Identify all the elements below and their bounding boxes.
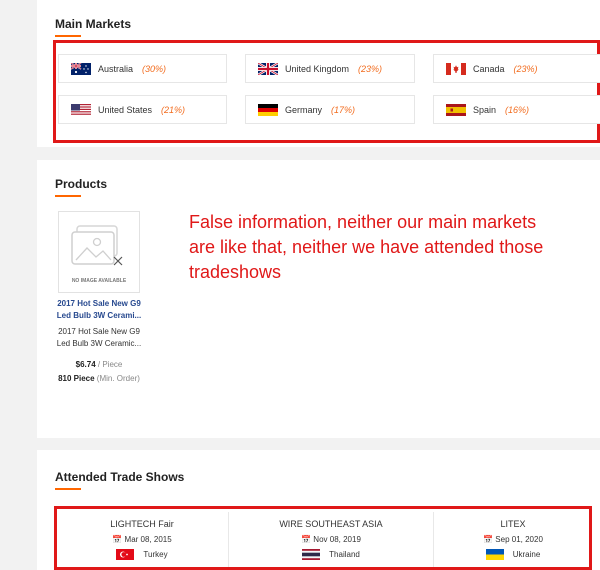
trade-shows-panel: Attended Trade Shows LIGHTECH Fair 📅 Mar… [37,450,600,570]
moq-label: (Min. Order) [96,374,140,383]
market-item-united-kingdom: United Kingdom (23%) [245,54,415,83]
product-price: $6.74 / Piece [52,360,146,369]
market-item-spain: Spain (16%) [433,95,600,124]
thailand-flag-icon [302,549,321,560]
trade-show-name: LITEX [500,519,526,529]
trade-show-name: WIRE SOUTHEAST ASIA [279,519,383,529]
spain-flag-icon [446,103,466,116]
market-percentage: (23%) [513,63,538,74]
trade-show-item: LITEX 📅 Sep 01, 2020 Ukraine [434,511,592,568]
trade-show-date: 📅 Sep 01, 2020 [483,535,543,544]
calendar-icon: 📅 [483,535,494,544]
germany-flag-icon [258,103,278,116]
market-percentage: (30%) [142,63,167,74]
turkey-flag-icon [116,549,135,560]
market-percentage: (16%) [505,104,530,115]
usa-flag-icon [71,103,91,116]
trade-show-item: LIGHTECH Fair 📅 Mar 08, 2015 Turkey [57,511,227,568]
moq-value: 810 Piece [58,374,95,383]
trade-show-country: Thailand [229,549,433,560]
market-percentage: (17%) [331,104,356,115]
calendar-icon: 📅 [112,535,123,544]
main-markets-title: Main Markets [55,17,132,31]
trade-show-country: Turkey [57,549,227,560]
market-country: United States [98,104,153,115]
market-country: Australia [98,63,134,74]
market-percentage: (23%) [358,63,383,74]
market-percentage: (21%) [161,104,186,115]
calendar-icon: 📅 [301,535,312,544]
australia-flag-icon [71,62,91,75]
market-country: Spain [473,104,497,115]
products-panel: Products NO IMAGE AVAILABLE 2017 Hot Sal… [37,160,600,438]
market-country: Germany [285,104,323,115]
trade-show-item: WIRE SOUTHEAST ASIA 📅 Nov 08, 2019 Thail… [229,511,433,568]
market-item-united-states: United States (21%) [58,95,227,124]
no-image-label: NO IMAGE AVAILABLE [71,278,127,284]
main-markets-panel: Main Markets Australia (30%) United King… [37,0,600,147]
ukraine-flag-icon [485,549,504,560]
trade-shows-underline [55,488,81,490]
products-underline [55,195,81,197]
product-min-order: 810 Piece (Min. Order) [52,373,146,384]
market-item-canada: Canada (23%) [433,54,600,83]
trade-show-country: Ukraine [434,549,592,560]
canada-flag-icon [446,62,466,75]
trade-show-name: LIGHTECH Fair [110,519,174,529]
price-unit: / Piece [97,360,123,369]
main-markets-underline [55,35,81,37]
uk-flag-icon [258,62,278,75]
trade-shows-title: Attended Trade Shows [55,470,185,484]
product-image-placeholder[interactable]: NO IMAGE AVAILABLE [58,211,140,293]
annotation-text: False information, neither our main mark… [189,212,544,282]
market-country: Canada [473,63,505,74]
price-value: $6.74 [75,360,96,369]
market-item-australia: Australia (30%) [58,54,227,83]
products-title: Products [55,177,108,191]
trade-show-date: 📅 Mar 08, 2015 [112,535,172,544]
product-title-link[interactable]: 2017 Hot Sale New G9 Led Bulb 3W Cerami.… [52,298,146,322]
product-subtitle: 2017 Hot Sale New G9 Led Bulb 3W Ceramic… [56,327,142,348]
market-item-germany: Germany (17%) [245,95,415,124]
trade-show-date: 📅 Nov 08, 2019 [301,535,361,544]
market-country: United Kingdom [285,63,350,74]
